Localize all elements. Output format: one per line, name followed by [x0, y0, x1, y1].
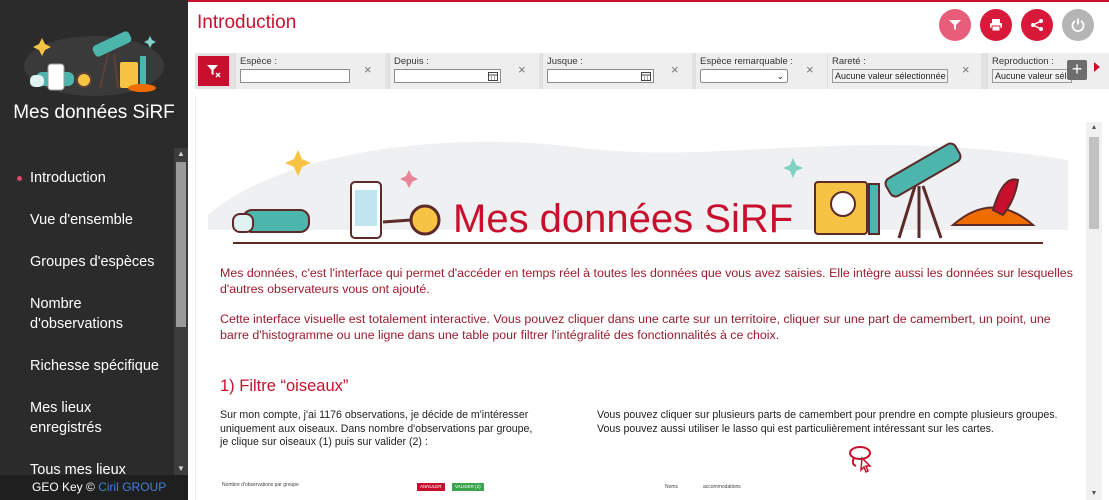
- filter-espece-remarquable: Espèce remarquable : ⌄ ×: [695, 53, 827, 89]
- clear-rarete-icon[interactable]: ×: [962, 62, 970, 77]
- filter-label: Espèce :: [240, 56, 277, 67]
- page-title: Introduction: [197, 12, 297, 33]
- espece-remarquable-select[interactable]: ⌄: [700, 69, 788, 83]
- filter-button[interactable]: [939, 9, 971, 41]
- add-filter-button[interactable]: +: [1067, 60, 1087, 80]
- print-button[interactable]: [980, 9, 1012, 41]
- mini-chart-title: Nombre d'observations par groupe: [222, 482, 299, 488]
- reproduction-multiselect[interactable]: Aucune valeur sélectionnée: [992, 69, 1072, 83]
- sidebar: Mes données SiRF Introduction Vue d'ense…: [0, 0, 188, 500]
- filter-label: Reproduction :: [992, 56, 1054, 67]
- footer-text: GEO Key: [32, 480, 83, 494]
- logo-area: Mes données SiRF: [0, 0, 188, 147]
- sidebar-scroll-thumb[interactable]: [176, 162, 186, 327]
- clear-jusque-icon[interactable]: ×: [671, 62, 679, 77]
- sidebar-item-introduction[interactable]: Introduction: [0, 168, 174, 188]
- content-scrollbar[interactable]: ▲ ▼: [1086, 122, 1102, 500]
- footer: GEO Key © Ciril GROUP: [0, 475, 188, 500]
- espece-input[interactable]: [240, 69, 350, 83]
- app-title: Mes données SiRF: [13, 102, 175, 123]
- filter-espece: Espèce : ×: [235, 53, 385, 89]
- sidebar-item-label: Tous mes lieux: [30, 462, 126, 475]
- active-dot-icon: [17, 176, 22, 181]
- sidebar-item-label: Mes lieux enregistrés: [30, 400, 102, 436]
- filter-clear-icon: [206, 65, 220, 78]
- filter-reproduction: Reproduction : Aucune valeur sélectionné…: [987, 53, 1109, 89]
- header-top-line: [188, 0, 1109, 2]
- scroll-up-icon[interactable]: ▲: [174, 148, 188, 160]
- intro-paragraph-2: Cette interface visuelle est totalement …: [220, 312, 1051, 342]
- section1-right-text: Vous pouvez cliquer sur plusieurs parts …: [597, 409, 1058, 435]
- clear-espece-icon[interactable]: ×: [364, 62, 372, 77]
- reset-filters-button[interactable]: [198, 56, 229, 86]
- banner-illustration: Mes données SiRF: [208, 141, 1068, 244]
- filter-jusque: Jusque : ×: [542, 53, 692, 89]
- rarete-multiselect[interactable]: Aucune valeur sélectionnée: [832, 69, 948, 83]
- intro-paragraph-1: Mes données, c'est l'interface qui perme…: [220, 266, 1073, 296]
- filter-bar: Espèce : × Depuis : × Jusque : × Espèce …: [195, 53, 1109, 89]
- sidebar-item-label: Nombre d'observations: [30, 296, 124, 332]
- scroll-down-icon[interactable]: ▼: [1086, 488, 1102, 500]
- calendar-icon[interactable]: [488, 71, 498, 81]
- plus-icon: +: [1071, 59, 1083, 79]
- mini-validate-button: VALIDER (2): [452, 483, 484, 491]
- section1-left-text: Sur mon compte, j'ai 1176 observations, …: [220, 409, 533, 448]
- sidebar-item-nombre-observations[interactable]: Nombre d'observations: [0, 294, 130, 334]
- lasso-icon: [849, 446, 872, 474]
- filter-label: Espèce remarquable :: [700, 56, 793, 67]
- filter-rarete: Rareté : Aucune valeur sélectionnée ×: [827, 53, 981, 89]
- share-button[interactable]: [1021, 9, 1053, 41]
- section-title-filtre-oiseaux: 1) Filtre “oiseaux”: [220, 377, 349, 395]
- share-icon: [1031, 19, 1043, 31]
- clear-espece-remarquable-icon[interactable]: ×: [806, 62, 814, 77]
- content-scroll-thumb[interactable]: [1089, 137, 1099, 229]
- sidebar-scrollbar[interactable]: ▲ ▼: [174, 148, 188, 475]
- filter-depuis: Depuis : ×: [389, 53, 539, 89]
- sidebar-item-vue-ensemble[interactable]: Vue d'ensemble: [0, 210, 174, 230]
- sidebar-item-tous-mes-lieux[interactable]: Tous mes lieux: [0, 460, 174, 475]
- filter-icon: [949, 20, 961, 30]
- power-icon: [1071, 18, 1085, 32]
- mini-right-label-1: Noms: [665, 484, 679, 490]
- mini-right-label-2: accommodations: [703, 484, 741, 490]
- sidebar-item-label: Introduction: [30, 170, 106, 186]
- mini-cancel-button: ANNULER: [417, 483, 445, 491]
- footer-copyright: ©: [86, 480, 95, 494]
- logo-illustration: [24, 31, 164, 96]
- scroll-down-icon[interactable]: ▼: [174, 463, 188, 475]
- sidebar-item-groupes-especes[interactable]: Groupes d'espèces: [0, 252, 174, 272]
- filter-label: Jusque :: [547, 56, 583, 67]
- print-icon: [990, 19, 1002, 32]
- sidebar-menu: Introduction Vue d'ensemble Groupes d'es…: [0, 148, 174, 475]
- sidebar-item-label: Groupes d'espèces: [30, 254, 155, 270]
- banner-title: Mes données SiRF: [453, 197, 793, 241]
- filter-label: Depuis :: [394, 56, 429, 67]
- sidebar-item-label: Richesse spécifique: [30, 358, 159, 374]
- chevron-down-icon: ⌄: [776, 71, 784, 81]
- sidebar-item-richesse-specifique[interactable]: Richesse spécifique: [0, 356, 174, 376]
- power-button[interactable]: [1062, 9, 1094, 41]
- sidebar-item-label: Vue d'ensemble: [30, 212, 133, 228]
- jusque-date-input[interactable]: [547, 69, 654, 83]
- filter-label: Rareté :: [832, 56, 866, 67]
- calendar-icon[interactable]: [641, 71, 651, 81]
- depuis-date-input[interactable]: [394, 69, 501, 83]
- footer-brand-link[interactable]: Ciril GROUP: [98, 480, 166, 494]
- sidebar-item-mes-lieux-enregistres[interactable]: Mes lieux enregistrés: [0, 398, 174, 438]
- scroll-up-icon[interactable]: ▲: [1086, 122, 1102, 134]
- scroll-filters-right-icon[interactable]: [1094, 62, 1100, 72]
- clear-depuis-icon[interactable]: ×: [518, 62, 526, 77]
